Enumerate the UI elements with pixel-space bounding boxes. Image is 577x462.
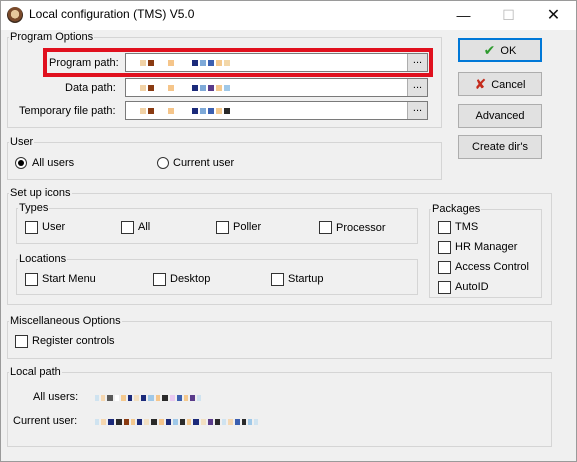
cancel-button[interactable]: ✘ Cancel [458,72,542,96]
ok-button[interactable]: ✔ OK [458,38,542,62]
temp-path-browse-button[interactable]: ... [407,102,427,119]
user-legend: User [10,136,34,148]
ok-button-label: OK [500,45,517,57]
config-window: Local configuration (TMS) V5.0 — ☐ ✕ Pro… [0,0,577,462]
location-start-menu-label[interactable]: Start Menu [42,272,96,286]
all-users-radio[interactable] [15,157,27,169]
minimize-button[interactable]: — [441,1,486,30]
type-user-label[interactable]: User [42,220,65,234]
current-user-path-label: Current user: [13,415,78,427]
current-user-path-value [95,419,258,425]
temp-path-field[interactable]: ... [125,101,428,120]
package-hr-manager-label[interactable]: HR Manager [455,240,517,254]
location-startup-checkbox[interactable] [271,273,284,286]
current-user-radio[interactable] [157,157,169,169]
misc-options-legend: Miscellaneous Options [10,315,121,327]
types-legend: Types [19,202,49,214]
package-access-control-checkbox[interactable] [438,261,451,274]
location-desktop-label[interactable]: Desktop [170,272,210,286]
type-processor-checkbox[interactable] [319,221,332,234]
all-users-path-value [95,395,201,401]
location-start-menu-checkbox[interactable] [25,273,38,286]
type-all-checkbox[interactable] [121,221,134,234]
cancel-x-icon: ✘ [474,76,487,92]
advanced-button[interactable]: Advanced [458,104,542,128]
type-poller-checkbox[interactable] [216,221,229,234]
type-processor-label[interactable]: Processor [336,221,386,235]
package-tms-label[interactable]: TMS [455,220,478,234]
package-autoid-checkbox[interactable] [438,281,451,294]
register-controls-label[interactable]: Register controls [32,334,115,348]
data-path-value [140,85,230,91]
local-path-group: Local path [7,366,552,447]
type-all-label[interactable]: All [138,220,150,234]
temp-path-label: Temporary file path: [19,105,116,117]
temp-path-value [140,108,230,114]
data-path-label: Data path: [65,82,116,94]
packages-legend: Packages [432,203,481,215]
close-button[interactable]: ✕ [531,1,576,30]
title-bar[interactable]: Local configuration (TMS) V5.0 — ☐ ✕ [1,1,576,30]
location-desktop-checkbox[interactable] [153,273,166,286]
locations-legend: Locations [19,253,67,265]
local-path-legend: Local path [10,366,61,378]
maximize-button[interactable]: ☐ [486,1,531,30]
package-autoid-label[interactable]: AutoID [455,280,489,294]
package-tms-checkbox[interactable] [438,221,451,234]
create-dirs-button[interactable]: Create dir's [458,135,542,159]
app-icon [7,7,23,23]
program-path-highlight [43,48,433,77]
program-options-legend: Program Options [10,31,94,43]
current-user-radio-label[interactable]: Current user [173,156,234,170]
package-hr-manager-checkbox[interactable] [438,241,451,254]
type-poller-label[interactable]: Poller [233,220,261,234]
type-user-checkbox[interactable] [25,221,38,234]
all-users-path-label: All users: [33,391,79,403]
cancel-button-label: Cancel [491,79,526,91]
all-users-radio-label[interactable]: All users [32,156,74,170]
register-controls-checkbox[interactable] [15,335,28,348]
setup-icons-legend: Set up icons [10,187,71,199]
window-title: Local configuration (TMS) V5.0 [29,7,195,21]
data-path-field[interactable]: ... [125,78,428,97]
package-access-control-label[interactable]: Access Control [455,260,529,274]
data-path-browse-button[interactable]: ... [407,79,427,96]
location-startup-label[interactable]: Startup [288,272,323,286]
checkmark-icon: ✔ [483,42,496,58]
